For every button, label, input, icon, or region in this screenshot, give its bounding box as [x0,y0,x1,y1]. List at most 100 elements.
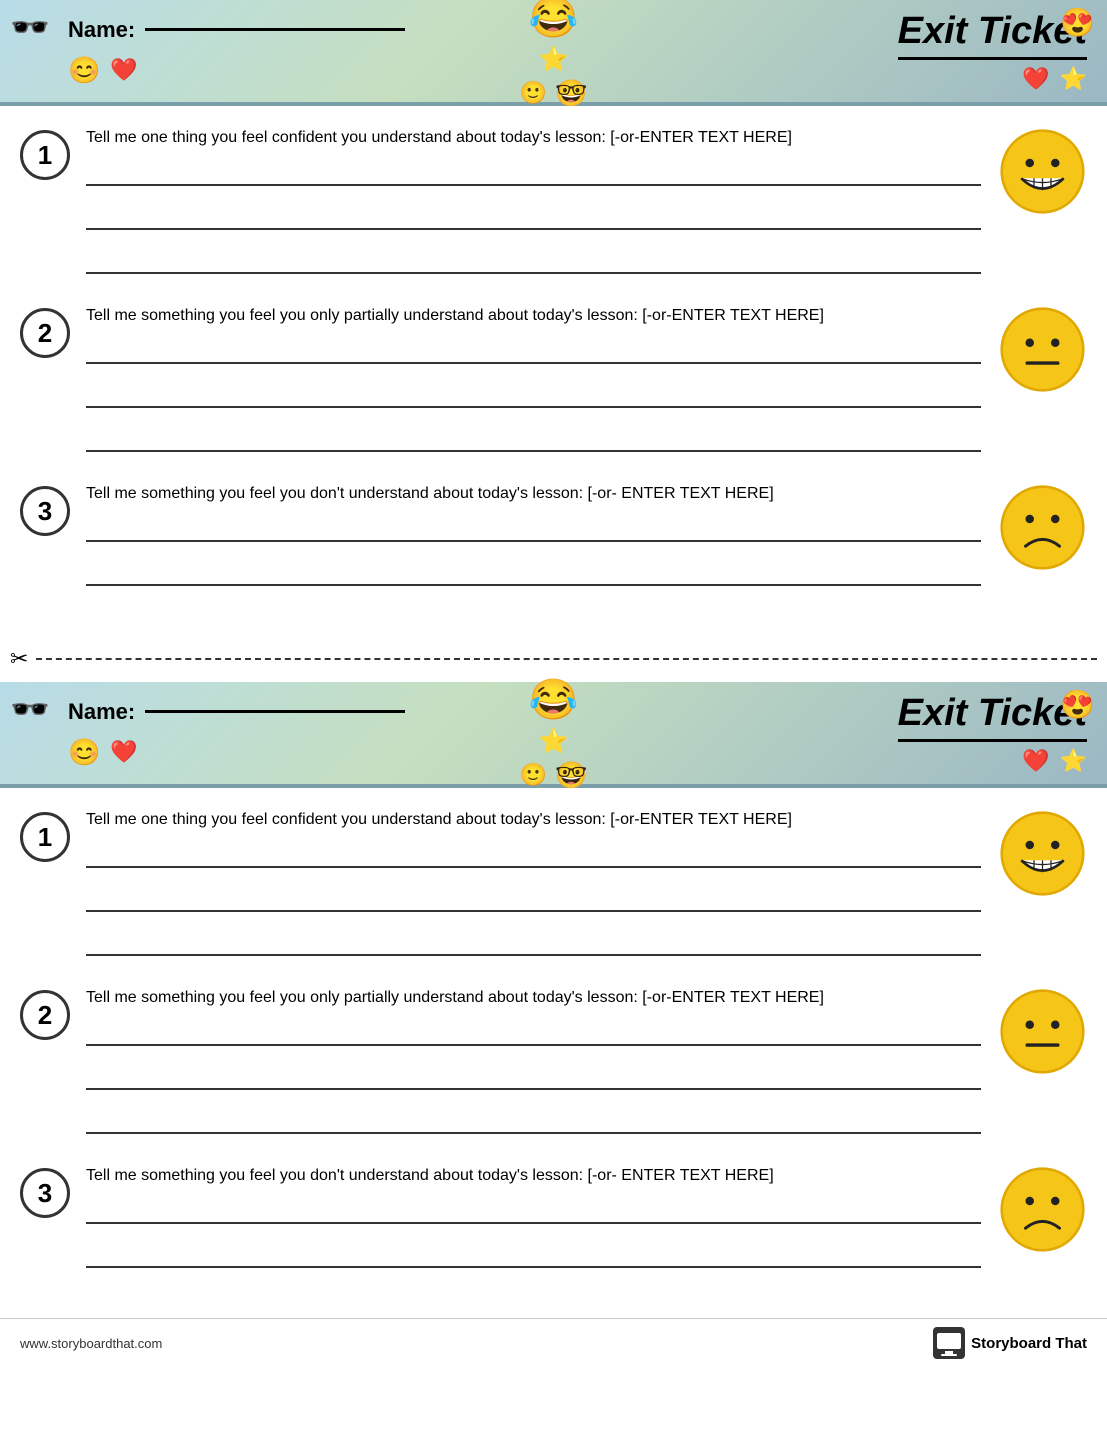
footer-brand-text: Storyboard That [971,1335,1087,1352]
heart-icon-1: ❤️ [110,57,137,83]
sad-face-1 [997,482,1087,572]
star-icon-b2: ⭐ [1060,748,1087,774]
footer: www.storyboardthat.com Storyboard That [0,1318,1107,1367]
question-b3-body: Tell me something you feel you don't und… [86,1164,981,1268]
heart-icon-b2: ❤️ [1022,748,1049,774]
question-b3-number: 3 [20,1168,70,1218]
smile-icon-b2: 🙂 [520,762,547,788]
content-top: 1 Tell me one thing you feel confident y… [0,106,1107,626]
answer-line-1-3 [86,250,981,274]
question-b2-text: Tell me something you feel you only part… [86,986,981,1010]
exit-ticket-title: Exit Ticket [898,10,1087,60]
answer-line-2-2 [86,384,981,408]
question-3-text: Tell me something you feel you don't und… [86,482,981,506]
answer-line-b1-1 [86,844,981,868]
page: 🕶️ 😍 Name: 😊 ❤️ 😂 ⭐ 🙂 [0,0,1107,1377]
heart-icon-2: ❤️ [1022,66,1049,92]
content-bottom: 1 Tell me one thing you feel confident y… [0,788,1107,1308]
question-3-number: 3 [20,486,70,536]
header-bottom: 🕶️ 😍 Name: 😊 ❤️ 😂 ⭐ 🙂 [0,682,1107,788]
question-1-section: 1 Tell me one thing you feel confident y… [20,126,1087,274]
question-3-lines [86,518,981,586]
answer-line-2-3 [86,428,981,452]
laughing-icon: 😂 [529,0,579,41]
bottom-section: 🕶️ 😍 Name: 😊 ❤️ 😂 ⭐ 🙂 [0,682,1107,1377]
happy-face-b1 [997,808,1087,898]
question-2-text: Tell me something you feel you only part… [86,304,981,328]
answer-line-b2-1 [86,1022,981,1046]
question-2-number: 2 [20,308,70,358]
answer-line-2-1 [86,340,981,364]
answer-line-b3-2 [86,1244,981,1268]
neutral-face-b2 [997,986,1087,1076]
question-3-body: Tell me something you feel you don't und… [86,482,981,586]
nerd-icon-b: 🤓 [555,760,587,791]
name-label-b: Name: [68,699,405,725]
question-b2-section: 2 Tell me something you feel you only pa… [20,986,1087,1134]
neutral-face-1 [997,304,1087,394]
sunglasses-icon-tl: 🕶️ [10,8,50,46]
bottom-emojis: 😊 ❤️ [68,55,405,86]
happy-face-1 [997,126,1087,216]
answer-line-b1-3 [86,932,981,956]
question-b1-body: Tell me one thing you feel confident you… [86,808,981,956]
laughing-icon-b: 😂 [529,676,579,723]
storyboard-logo-icon [933,1327,965,1359]
answer-line-3-2 [86,562,981,586]
question-2-section: 2 Tell me something you feel you only pa… [20,304,1087,452]
scissors-icon: ✂ [10,646,28,672]
smile-icon-2: 🙂 [520,80,547,106]
question-b1-number: 1 [20,812,70,862]
nerd-icon: 🤓 [555,78,587,109]
header-top: 🕶️ 😍 Name: 😊 ❤️ 😂 ⭐ 🙂 [0,0,1107,106]
question-3-section: 3 Tell me something you feel you don't u… [20,482,1087,586]
name-area-b: Name: 😊 ❤️ [68,699,405,768]
answer-line-b2-2 [86,1066,981,1090]
question-b2-number: 2 [20,990,70,1040]
footer-url: www.storyboardthat.com [20,1336,162,1351]
question-b3-lines [86,1200,981,1268]
star-icon-2: ⭐ [1060,66,1087,92]
name-label: Name: [68,17,405,43]
question-b2-body: Tell me something you feel you only part… [86,986,981,1134]
question-1-body: Tell me one thing you feel confident you… [86,126,981,274]
question-1-lines [86,162,981,274]
answer-line-3-1 [86,518,981,542]
star-icon-b1: ⭐ [539,727,569,756]
sad-face-b3 [997,1164,1087,1254]
answer-line-b2-3 [86,1110,981,1134]
question-1-number: 1 [20,130,70,180]
question-b1-text: Tell me one thing you feel confident you… [86,808,981,832]
heart-eyes-icon-tr: 😍 [1060,6,1095,39]
question-1-text: Tell me one thing you feel confident you… [86,126,981,150]
title-bottom-emojis-b: ❤️ ⭐ [898,748,1087,774]
footer-brand: Storyboard That [933,1327,1087,1359]
title-area: Exit Ticket ❤️ ⭐ [898,10,1087,92]
question-2-body: Tell me something you feel you only part… [86,304,981,452]
question-2-lines [86,340,981,452]
sunglasses-icon-bl: 🕶️ [10,690,50,728]
title-bottom-emojis: ❤️ ⭐ [898,66,1087,92]
heart-eyes-icon-br: 😍 [1060,688,1095,721]
smile-icon-b1: 😊 [68,737,100,768]
answer-line-b3-1 [86,1200,981,1224]
star-icon-1: ⭐ [539,45,569,74]
title-area-b: Exit Ticket ❤️ ⭐ [898,692,1087,774]
answer-line-b1-2 [86,888,981,912]
smile-icon-1: 😊 [68,55,100,86]
cut-dashes [36,658,1097,660]
center-emojis: 😂 ⭐ 🙂 🤓 [520,0,588,109]
center-emojis-b: 😂 ⭐ 🙂 🤓 [520,676,588,791]
question-b1-lines [86,844,981,956]
name-input-line-b [145,710,405,713]
top-section: 🕶️ 😍 Name: 😊 ❤️ 😂 ⭐ 🙂 [0,0,1107,636]
question-b3-section: 3 Tell me something you feel you don't u… [20,1164,1087,1268]
question-b1-section: 1 Tell me one thing you feel confident y… [20,808,1087,956]
bottom-emojis-b: 😊 ❤️ [68,737,405,768]
question-b2-lines [86,1022,981,1134]
cut-line: ✂ [0,646,1107,672]
name-area: Name: 😊 ❤️ [68,17,405,86]
name-input-line [145,28,405,31]
heart-icon-b1: ❤️ [110,739,137,765]
answer-line-1-2 [86,206,981,230]
